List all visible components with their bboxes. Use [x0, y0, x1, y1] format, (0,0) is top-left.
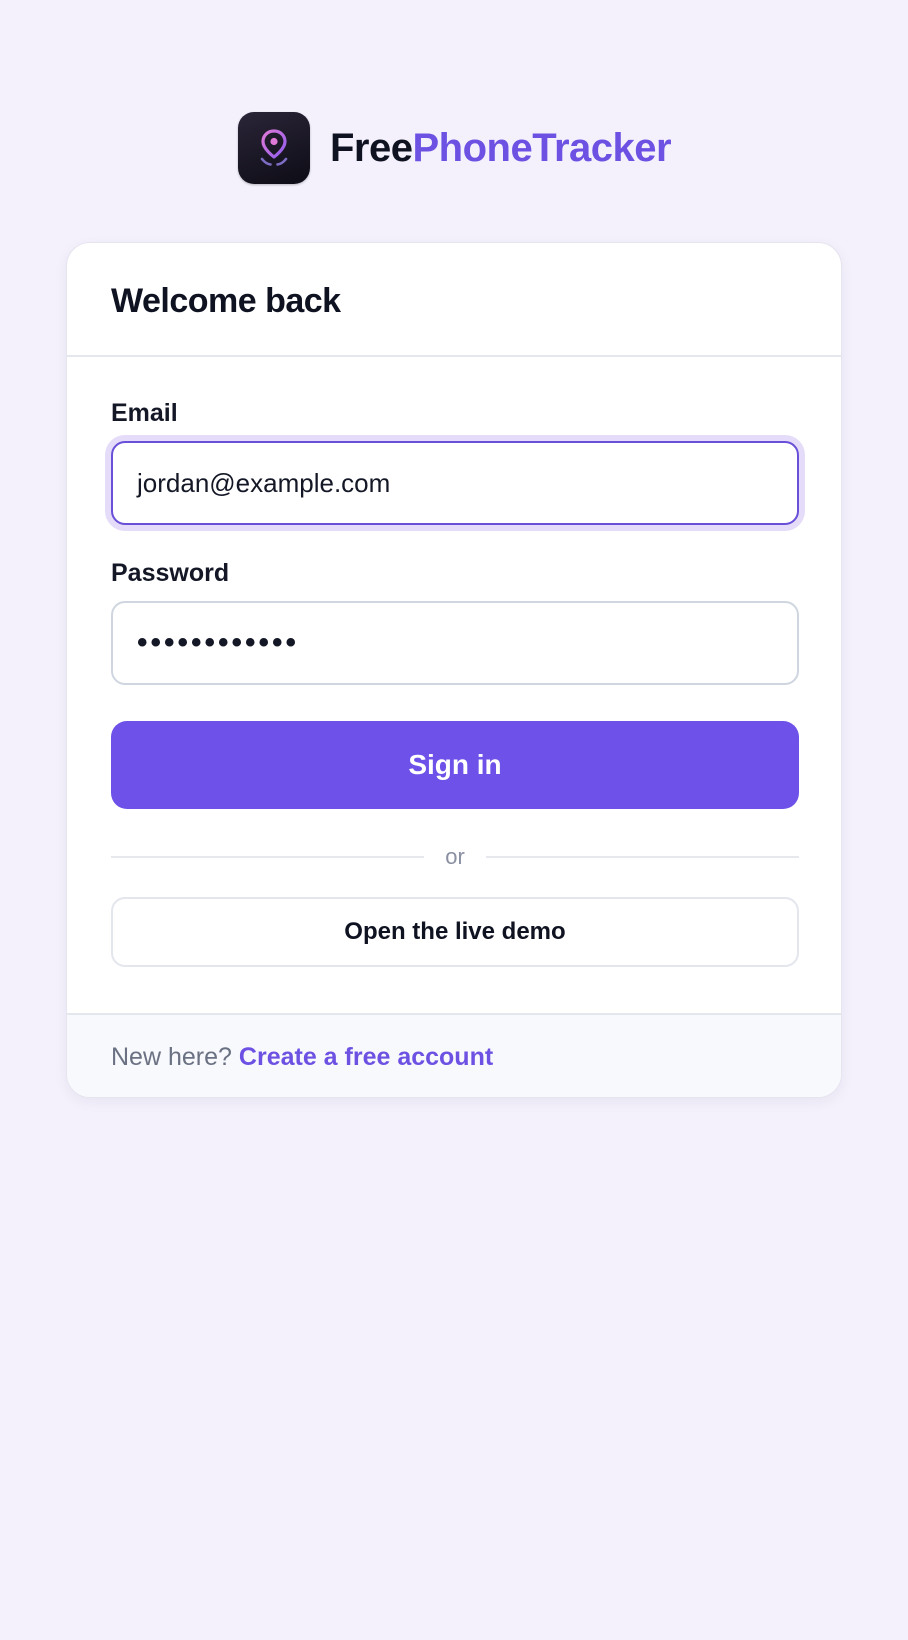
divider-line-right	[486, 856, 799, 858]
card-footer: New here? Create a free account	[67, 1013, 841, 1097]
brand-name-free: Free	[330, 125, 413, 170]
brand-header: FreePhoneTracker	[238, 112, 672, 184]
app-logo	[238, 112, 310, 184]
email-value: jordan@example.com	[137, 467, 391, 498]
card-header: Welcome back	[67, 243, 841, 357]
live-demo-button[interactable]: Open the live demo	[111, 897, 799, 967]
brand-name: FreePhoneTracker	[330, 125, 672, 171]
password-label: Password	[111, 559, 230, 587]
divider-line-left	[111, 856, 424, 858]
create-account-link[interactable]: Create a free account	[239, 1043, 493, 1072]
password-value: ••••••••••••	[137, 626, 300, 659]
page-title: Welcome back	[111, 281, 341, 320]
email-field[interactable]: jordan@example.com	[111, 441, 799, 525]
sign-in-card: Welcome back Email jordan@example.com Pa…	[66, 242, 842, 1098]
location-pin-icon	[260, 129, 288, 166]
brand-name-phonetracker: PhoneTracker	[412, 125, 672, 170]
email-label: Email	[111, 399, 178, 427]
or-divider: or	[111, 837, 799, 877]
sign-in-form: Email jordan@example.com Password ••••••…	[67, 357, 841, 1013]
divider-text: or	[445, 844, 465, 869]
sign-in-button[interactable]: Sign in	[111, 721, 799, 809]
password-field[interactable]: ••••••••••••	[111, 601, 799, 685]
signup-prompt: New here?	[111, 1042, 232, 1071]
